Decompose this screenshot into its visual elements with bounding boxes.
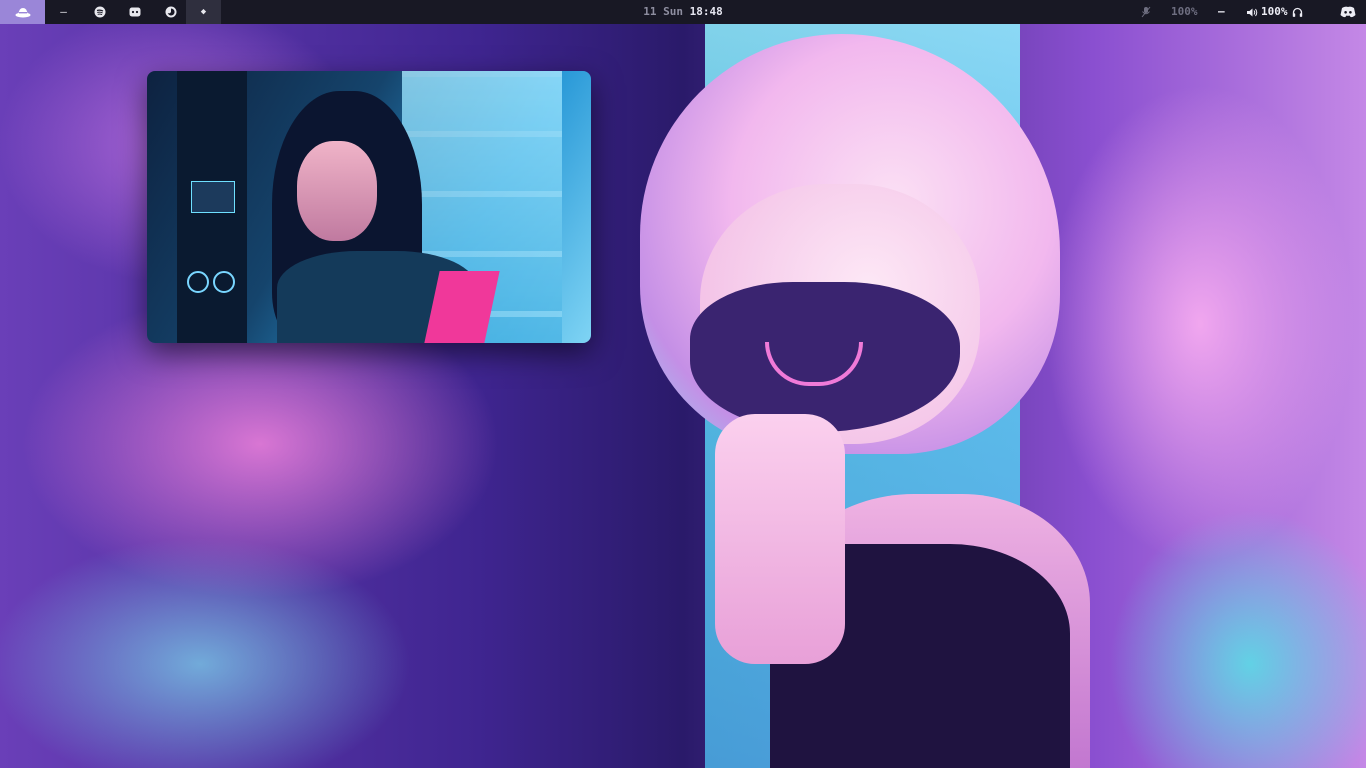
separator: – bbox=[1218, 5, 1225, 18]
clock-date: 11 Sun bbox=[643, 5, 683, 18]
top-bar: – ◆ 11 Sun 18:48 100% – 100% bbox=[0, 0, 1366, 24]
mic-level: 100% bbox=[1171, 5, 1198, 18]
volume-level: 100% bbox=[1261, 5, 1288, 18]
headphones-icon bbox=[1292, 7, 1302, 17]
preview-ring-right bbox=[213, 271, 235, 293]
mic-status[interactable] bbox=[1141, 0, 1151, 24]
volume-icon bbox=[1247, 8, 1258, 16]
discord-tray[interactable] bbox=[1340, 0, 1356, 24]
discord-tray-icon bbox=[1340, 6, 1356, 18]
preview-ring-left bbox=[187, 271, 209, 293]
image-preview-window[interactable] bbox=[147, 71, 591, 343]
preview-machine-screen bbox=[191, 181, 235, 213]
volume-status[interactable]: 100% bbox=[1246, 0, 1303, 24]
wallpaper-figure-hand bbox=[715, 414, 845, 664]
mic-muted-icon bbox=[1141, 6, 1151, 18]
clock[interactable]: 11 Sun 18:48 bbox=[0, 0, 1366, 24]
clock-time: 18:48 bbox=[689, 5, 723, 18]
preview-figure-face bbox=[297, 141, 377, 241]
